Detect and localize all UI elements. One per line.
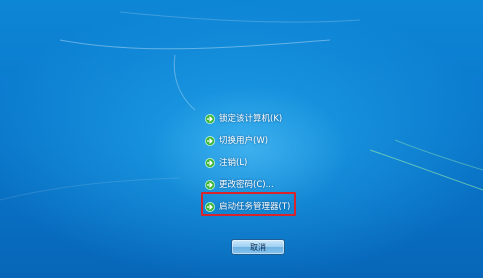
secure-attention-screen: 锁定该计算机(K) 切换用户(W) 注销(L) 更改密码(C)... 启动任务管… <box>0 0 483 278</box>
green-arrow-icon <box>205 158 215 168</box>
switch-user-option[interactable]: 切换用户(W) <box>205 130 325 152</box>
change-password-option[interactable]: 更改密码(C)... <box>205 174 325 196</box>
change-password-label: 更改密码(C)... <box>219 180 274 190</box>
green-arrow-icon <box>205 202 215 212</box>
start-task-manager-option[interactable]: 启动任务管理器(T) <box>205 196 325 218</box>
start-task-manager-label: 启动任务管理器(T) <box>219 202 291 212</box>
switch-user-label: 切换用户(W) <box>219 136 269 146</box>
log-off-label: 注销(L) <box>219 158 248 168</box>
lock-computer-label: 锁定该计算机(K) <box>219 114 283 124</box>
green-arrow-icon <box>205 180 215 190</box>
log-off-option[interactable]: 注销(L) <box>205 152 325 174</box>
cancel-button[interactable]: 取消 <box>231 239 285 255</box>
green-arrow-icon <box>205 114 215 124</box>
ctrl-alt-del-menu: 锁定该计算机(K) 切换用户(W) 注销(L) 更改密码(C)... 启动任务管… <box>205 108 325 218</box>
green-arrow-icon <box>205 136 215 146</box>
lock-computer-option[interactable]: 锁定该计算机(K) <box>205 108 325 130</box>
